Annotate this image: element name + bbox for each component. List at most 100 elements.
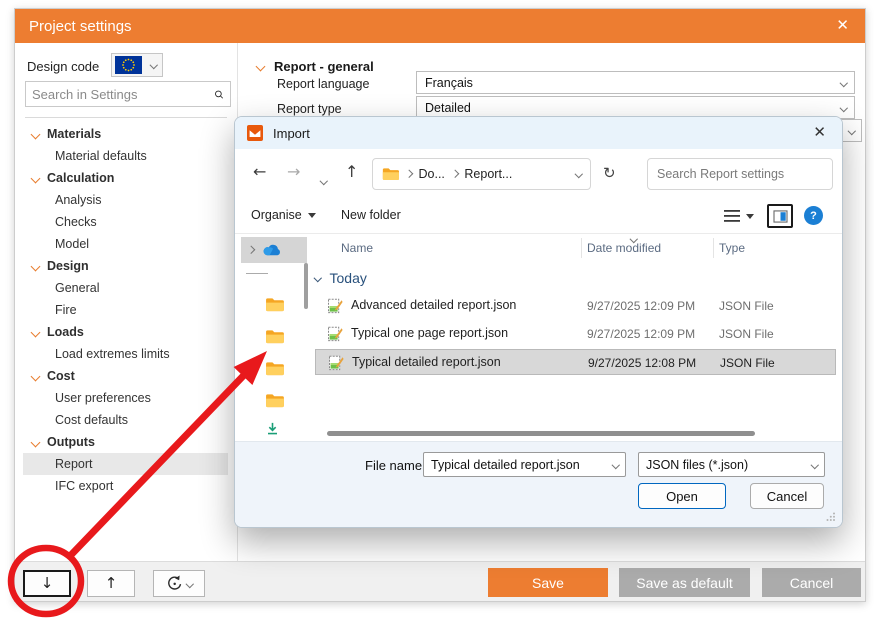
folder-icon	[266, 362, 284, 376]
help-icon[interactable]: ?	[804, 206, 823, 225]
chevron-down-icon	[30, 261, 41, 271]
chevron-down-icon	[839, 78, 848, 87]
sidebar-item-material-defaults[interactable]: Material defaults	[15, 145, 236, 167]
folder-tree-item[interactable]	[265, 393, 284, 413]
report-type-label: Report type	[277, 102, 342, 116]
open-button[interactable]: Open	[638, 483, 726, 509]
cancel-button[interactable]: Cancel	[762, 568, 861, 597]
resize-grip[interactable]	[826, 512, 835, 521]
forward-icon[interactable]: →	[287, 161, 300, 183]
sidebar-item-ifc-export[interactable]: IFC export	[15, 475, 236, 497]
new-folder-button[interactable]: New folder	[341, 208, 401, 222]
screenshot-root: Project settings ✕ Design code Search in…	[0, 0, 874, 619]
list-view-icon	[724, 210, 740, 222]
save-as-default-button[interactable]: Save as default	[619, 568, 750, 597]
sidebar-item-checks[interactable]: Checks	[15, 211, 236, 233]
import-close-icon[interactable]: ✕	[813, 123, 826, 141]
preview-pane-toggle[interactable]	[767, 204, 793, 228]
project-settings-titlebar: Project settings ✕	[15, 9, 865, 43]
folder-tree-item[interactable]	[265, 361, 284, 381]
download-icon	[268, 422, 277, 435]
import-app-icon	[247, 125, 263, 141]
chevron-down-icon	[810, 460, 819, 469]
json-file-icon	[328, 298, 343, 314]
file-date: 9/27/2025 12:09 PM	[587, 299, 696, 313]
sidebar-item-load-extremes-limits[interactable]: Load extremes limits	[15, 343, 236, 365]
sidebar-item-fire[interactable]: Fire	[15, 299, 236, 321]
settings-sidebar: Design code Search in Settings Materials…	[15, 43, 238, 561]
sidebar-item-design[interactable]: Design	[15, 255, 236, 277]
sidebar-item-materials[interactable]: Materials	[15, 123, 236, 145]
chevron-down-icon	[611, 460, 620, 469]
close-icon[interactable]: ✕	[836, 16, 849, 34]
column-header-date-modified[interactable]: Date modified	[587, 241, 661, 255]
chevron-down-icon	[847, 126, 856, 135]
breadcrumb-item-documents[interactable]: Do...	[419, 167, 445, 181]
recent-locations-chevron[interactable]	[319, 168, 328, 190]
view-mode-button[interactable]	[724, 210, 754, 222]
column-header-type[interactable]: Type	[719, 241, 745, 255]
export-settings-button[interactable]: ↑	[87, 570, 135, 597]
folder-tree-item[interactable]	[265, 297, 284, 317]
file-name-combo[interactable]: Typical detailed report.json	[423, 452, 626, 477]
file-row-selected[interactable]: Typical detailed report.json 9/27/2025 1…	[315, 349, 836, 375]
settings-search-input[interactable]	[26, 86, 214, 102]
chevron-down-icon	[30, 327, 41, 337]
sidebar-item-model[interactable]: Model	[15, 233, 236, 255]
file-type-combo[interactable]: JSON files (*.json)	[638, 452, 825, 477]
breadcrumb-item-report[interactable]: Report...	[464, 167, 512, 181]
settings-search-box	[25, 81, 231, 107]
sidebar-item-cost-defaults[interactable]: Cost defaults	[15, 409, 236, 431]
file-row[interactable]: Typical one page report.json 9/27/2025 1…	[315, 321, 836, 347]
file-row[interactable]: Advanced detailed report.json 9/27/2025 …	[315, 293, 836, 319]
design-code-combo[interactable]	[111, 53, 163, 77]
report-language-combo[interactable]: Français	[416, 71, 855, 94]
breadcrumb-separator-icon	[450, 170, 459, 178]
preview-pane-icon	[772, 209, 788, 223]
onedrive-tree-item[interactable]	[241, 237, 307, 263]
save-button[interactable]: Save	[488, 568, 608, 597]
import-search-box	[647, 158, 833, 190]
json-file-icon	[328, 326, 343, 342]
file-group-today[interactable]: Today	[313, 267, 367, 289]
refresh-icon[interactable]: ↻	[603, 164, 616, 182]
sidebar-item-analysis[interactable]: Analysis	[15, 189, 236, 211]
report-general-section-header[interactable]: Report - general	[255, 59, 374, 74]
window-title: Project settings	[29, 17, 132, 35]
chevron-down-icon	[746, 213, 754, 219]
import-file-dialog: Import ✕ ← → ↑ Do... Report... ↻ Search …	[234, 116, 843, 528]
sidebar-item-loads[interactable]: Loads	[15, 321, 236, 343]
scrollbar-thumb[interactable]	[327, 431, 755, 436]
sidebar-item-user-preferences[interactable]: User preferences	[15, 387, 236, 409]
import-search-input[interactable]	[648, 167, 827, 181]
back-icon[interactable]: ←	[253, 161, 266, 183]
import-dialog-titlebar: Import ✕	[235, 117, 842, 149]
file-date: 9/27/2025 12:09 PM	[587, 327, 696, 341]
file-name-label: File name:	[365, 458, 426, 473]
dialog-cancel-button[interactable]: Cancel	[750, 483, 824, 509]
downloads-tree-item[interactable]	[265, 421, 280, 439]
file-list-header: Name Date modified Type	[315, 234, 836, 261]
places-scrollbar[interactable]	[304, 263, 308, 309]
sidebar-item-outputs[interactable]: Outputs	[15, 431, 236, 453]
breadcrumb-dropdown-icon[interactable]	[574, 170, 583, 178]
breadcrumb-separator-icon	[404, 170, 413, 178]
sidebar-item-general[interactable]: General	[15, 277, 236, 299]
eu-flag-icon	[115, 56, 142, 74]
import-settings-button[interactable]: ↓	[23, 570, 71, 597]
breadcrumb[interactable]: Do... Report...	[372, 158, 591, 190]
file-name: Typical detailed report.json	[352, 355, 501, 369]
reset-defaults-button[interactable]	[153, 570, 205, 597]
chevron-down-icon	[307, 212, 316, 218]
chevron-down-icon	[255, 61, 266, 72]
sidebar-item-cost[interactable]: Cost	[15, 365, 236, 387]
section-title: Report - general	[274, 59, 374, 74]
up-icon[interactable]: ↑	[345, 161, 358, 183]
import-nav-row: ← → ↑ Do... Report... ↻	[235, 153, 842, 195]
organise-button[interactable]: Organise	[251, 208, 316, 222]
sidebar-item-report[interactable]: Report	[23, 453, 228, 475]
folder-tree-item[interactable]	[265, 329, 284, 349]
import-dialog-footer: File name: Typical detailed report.json …	[235, 441, 842, 527]
sidebar-item-calculation[interactable]: Calculation	[15, 167, 236, 189]
column-header-name[interactable]: Name	[341, 241, 373, 255]
